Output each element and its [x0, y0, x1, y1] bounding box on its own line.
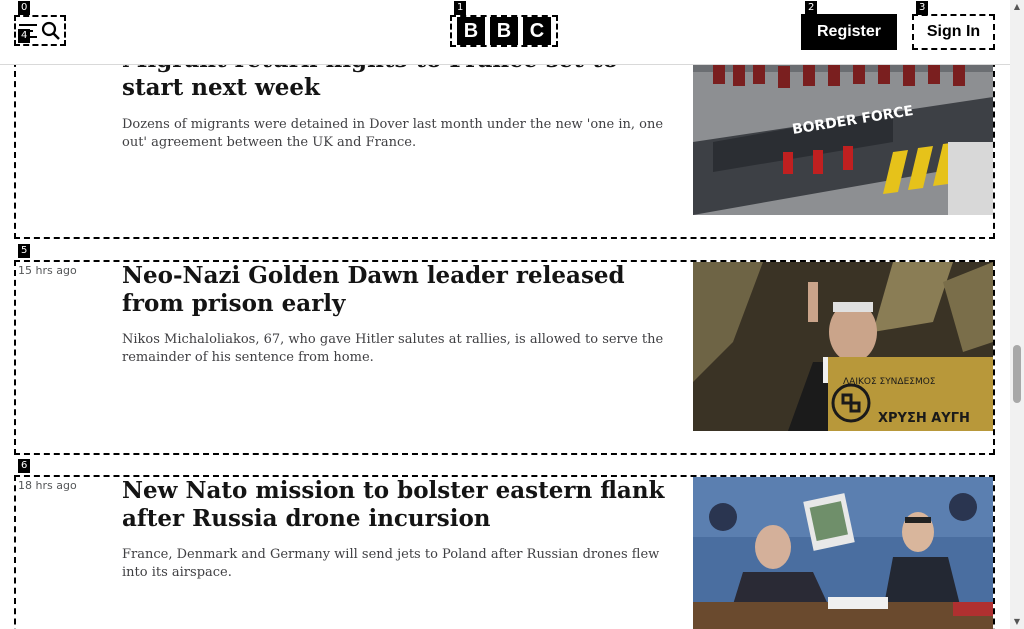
element-index-tag: 4 [18, 29, 31, 43]
bbc-logo[interactable]: B B C [450, 15, 558, 47]
article-headline[interactable]: Neo-Nazi Golden Dawn leader released fro… [122, 262, 682, 318]
scrollbar-thumb[interactable] [1013, 345, 1021, 403]
element-index-tag: 1 [454, 1, 467, 15]
article-card-golden-dawn[interactable]: 15 hrs ago Neo-Nazi Golden Dawn leader r… [14, 260, 995, 455]
article-summary: Nikos Michaloliakos, 67, who gave Hitler… [122, 332, 664, 365]
register-button[interactable]: Register [801, 14, 897, 50]
article-card-nato-mission[interactable]: 18 hrs ago New Nato mission to bolster e… [14, 475, 995, 629]
site-header: B B C Register Sign In [0, 0, 1010, 65]
element-index-tag: 5 [18, 244, 31, 258]
page: Migrant return flights to France set to … [0, 0, 1024, 629]
logo-letter: B [457, 17, 485, 45]
article-headline[interactable]: New Nato mission to bolster eastern flan… [122, 477, 682, 533]
logo-letter: B [490, 17, 518, 45]
article-summary: Dozens of migrants were detained in Dove… [122, 117, 664, 150]
element-index-tag: 6 [18, 459, 31, 473]
search-icon [41, 21, 60, 40]
article-timestamp: 15 hrs ago [18, 264, 77, 277]
article-timestamp: 18 hrs ago [18, 479, 77, 492]
article-image-golden-dawn-leader[interactable]: ΛΑΙΚΟΣ ΣΥΝΔΕΣΜΟΣ ΧΡΥΣΗ ΑΥΓΗ [693, 262, 993, 431]
scroll-up-arrow-icon[interactable]: ▲ [1010, 0, 1024, 14]
element-index-tag: 3 [916, 1, 929, 15]
page-scrollbar[interactable]: ▲ ▼ [1010, 0, 1024, 629]
logo-letter: C [523, 17, 551, 45]
article-image-un-security-council[interactable] [693, 477, 993, 629]
article-summary: France, Denmark and Germany will send je… [122, 547, 660, 580]
golden-dawn-banner-text-2: ΧΡΥΣΗ ΑΥΓΗ [878, 411, 970, 426]
element-index-tag: 2 [805, 1, 818, 15]
scroll-down-arrow-icon[interactable]: ▼ [1010, 615, 1024, 629]
element-index-tag: 0 [18, 1, 31, 15]
sign-in-button[interactable]: Sign In [912, 14, 995, 50]
